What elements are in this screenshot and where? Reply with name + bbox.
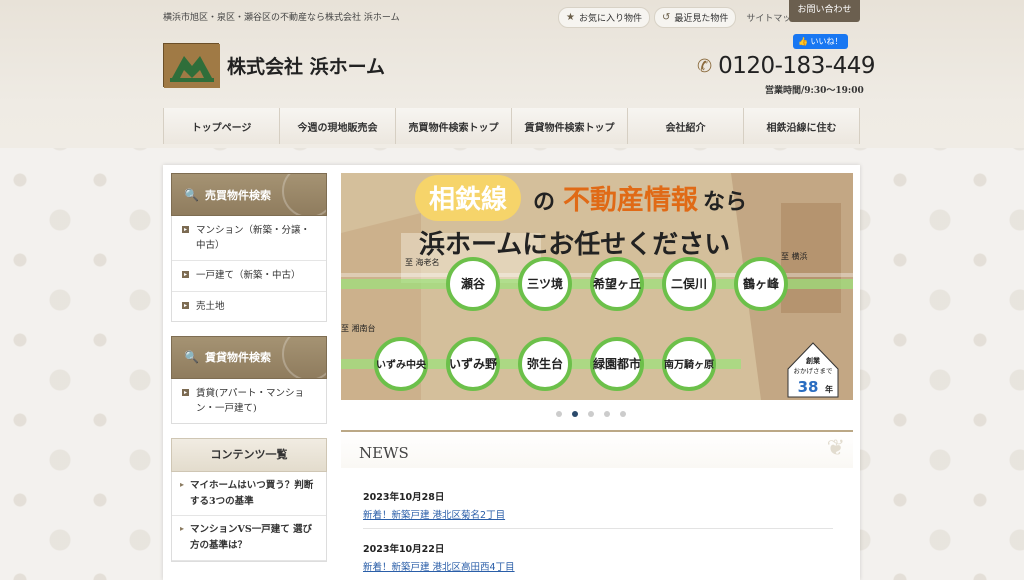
sidebar-item-label: 賃貸(アパート・マンション・一戸建て) [196, 387, 305, 414]
favorites-label: お気に入り物件 [578, 14, 642, 24]
slider-dot[interactable] [556, 411, 562, 417]
sidebar-item-label: 売土地 [196, 300, 225, 312]
sale-search-heading-label: 売買物件検索 [204, 188, 271, 202]
hero-banner[interactable]: 相鉄線 の 不動産情報 なら 浜ホームにお任せください 至 海老名 至 横浜 至… [341, 173, 853, 400]
site-tagline: 横浜市旭区・泉区・瀬谷区の不動産なら株式会社 浜ホーム [163, 13, 400, 23]
rent-search-list: ▸ 賃貸(アパート・マンション・一戸建て) [171, 378, 327, 425]
search-icon: 🔍 [184, 350, 199, 365]
contents-list: ▸ マイホームはいつ買う？判断する3つの基準 ▸ マンションVS一戸建て 選び方… [171, 472, 327, 562]
top-links: ★ お気に入り物件 ↺ 最近見た物件 サイトマップ [558, 7, 800, 28]
station-label: 弥生台 [527, 356, 563, 371]
station-label: 南万騎ヶ原 [664, 358, 714, 371]
phone-number[interactable]: ✆ 0120-183-449 [697, 53, 876, 79]
sidebar-item-mansion[interactable]: ▸ マンション（新築・分譲・中古） [172, 216, 326, 262]
logo-mark-icon [163, 43, 220, 88]
nav-item-company[interactable]: 会社紹介 [628, 108, 744, 144]
slider-dot[interactable] [588, 411, 594, 417]
sale-search-heading[interactable]: 🔍 売買物件検索 [171, 173, 327, 216]
banner-to-ebina: 至 海老名 [405, 257, 440, 267]
sidebar-item-land[interactable]: ▸ 売土地 [172, 292, 326, 321]
news-item: 2023年10月28日 新着！新築戸建 港北区菊名2丁目 [363, 489, 833, 521]
station-label: 二俣川 [671, 276, 707, 291]
sidebar-item-rental[interactable]: ▸ 賃貸(アパート・マンション・一戸建て) [172, 379, 326, 423]
ornament-icon: ❦ [826, 436, 845, 461]
nav-item-rent-search[interactable]: 賃貸物件検索トップ [512, 108, 628, 144]
station-label: 三ツ境 [527, 276, 563, 291]
history-icon: ↺ [661, 12, 671, 23]
banner-info: 不動産情報 [563, 184, 699, 216]
slider-dots [556, 411, 626, 417]
station-label: 瀬谷 [460, 276, 486, 291]
news-link[interactable]: 新着！新築戸建 港北区高田西4丁目 [363, 559, 833, 573]
nav-item-sale-search[interactable]: 売買物件検索トップ [396, 108, 512, 144]
sidebar-item-house[interactable]: ▸ 一戸建て（新築・中古） [172, 261, 326, 292]
banner-to-yokohama: 至 横浜 [781, 251, 808, 261]
favorites-button[interactable]: ★ お気に入り物件 [558, 7, 650, 28]
rent-search-heading-label: 賃貸物件検索 [204, 351, 271, 365]
recent-viewed-button[interactable]: ↺ 最近見た物件 [653, 7, 737, 28]
phone-icon: ✆ [697, 55, 713, 77]
station-label: いずみ中央 [376, 358, 427, 371]
banner-of: の [533, 190, 555, 215]
news-header: NEWS ❦ [341, 430, 853, 468]
phone-number-text: 0120-183-449 [718, 53, 876, 79]
banner-line-name: 相鉄線 [429, 184, 507, 215]
station-label: 緑園都市 [593, 356, 641, 371]
company-name: 株式会社 浜ホーム [227, 55, 386, 78]
badge-thanks: おかげさまで [794, 366, 834, 375]
contents-heading: コンテンツ一覧 [171, 438, 327, 473]
chevron-right-icon: ▸ [180, 479, 185, 490]
contact-button[interactable]: お問い合わせ [789, 0, 860, 22]
business-hours: 営業時間/9:30〜19:00 [765, 86, 864, 96]
badge-founded: 創業 [805, 356, 821, 365]
nav-item-sotetsu-living[interactable]: 相鉄沿線に住む [744, 108, 860, 144]
news-divider [363, 528, 833, 529]
news-date: 2023年10月28日 [363, 492, 445, 503]
arrow-bullet-icon: ▸ [182, 271, 189, 279]
sidebar: 🔍 売買物件検索 ▸ マンション（新築・分譲・中古） ▸ 一戸建て（新築・中古）… [171, 173, 327, 562]
thumbs-up-icon: 👍 [798, 37, 808, 46]
badge-years: 38 [798, 378, 819, 396]
station-label: 鶴ヶ峰 [743, 276, 780, 291]
station-label: 希望ヶ丘 [592, 276, 641, 291]
sidebar-item-label: マンション（新築・分譲・中古） [196, 225, 311, 252]
news-link[interactable]: 新着！新築戸建 港北区菊名2丁目 [363, 507, 833, 521]
contents-item-label: マイホームはいつ買う？判断する3つの基準 [190, 480, 314, 507]
facebook-like-button[interactable]: 👍 いいね！ [793, 34, 848, 49]
recent-label: 最近見た物件 [674, 14, 729, 24]
news-item: 2023年10月22日 新着！新築戸建 港北区高田西4丁目 [363, 541, 833, 573]
banner-nara: なら [703, 190, 747, 215]
nav-item-top[interactable]: トップページ [164, 108, 280, 144]
site-logo[interactable]: 株式会社 浜ホーム [163, 43, 386, 88]
news-date: 2023年10月22日 [363, 544, 445, 555]
contents-item-when-to-buy[interactable]: ▸ マイホームはいつ買う？判断する3つの基準 [172, 472, 326, 517]
station-label: いずみ野 [449, 356, 497, 371]
rent-search-heading[interactable]: 🔍 賃貸物件検索 [171, 335, 327, 379]
sale-search-list: ▸ マンション（新築・分譲・中古） ▸ 一戸建て（新築・中古） ▸ 売土地 [171, 216, 327, 322]
slider-dot[interactable] [572, 411, 578, 417]
arrow-bullet-icon: ▸ [182, 226, 189, 233]
sidebar-item-label: 一戸建て（新築・中古） [196, 270, 301, 282]
star-icon: ★ [566, 12, 575, 23]
fb-like-label: いいね！ [810, 37, 843, 46]
banner-headline: 浜ホームにお任せください [419, 230, 730, 260]
badge-years-unit: 年 [825, 384, 833, 394]
slider-dot[interactable] [620, 411, 626, 417]
nav-item-open-house[interactable]: 今週の現地販売会 [280, 108, 396, 144]
news-title: NEWS [359, 444, 409, 462]
global-nav: トップページ 今週の現地販売会 売買物件検索トップ 賃貸物件検索トップ 会社紹介… [163, 108, 860, 144]
banner-to-shonandai: 至 湘南台 [341, 323, 376, 333]
contents-item-label: マンションVS一戸建て 選び方の基準は？ [190, 524, 313, 552]
contents-item-mansion-vs-house[interactable]: ▸ マンションVS一戸建て 選び方の基準は？ [172, 516, 326, 561]
slider-dot[interactable] [604, 411, 610, 417]
arrow-bullet-icon: ▸ [182, 301, 189, 309]
arrow-bullet-icon: ▸ [182, 388, 189, 396]
chevron-right-icon: ▸ [180, 523, 185, 534]
search-icon: 🔍 [184, 187, 199, 202]
